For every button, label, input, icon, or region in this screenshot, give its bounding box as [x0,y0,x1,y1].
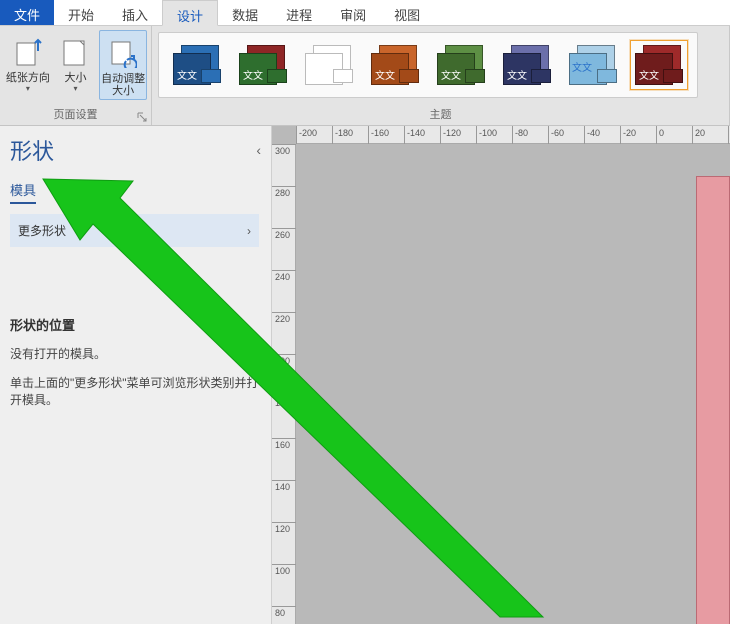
group-themes: 文文 主题 [152,26,730,125]
ruler-tick: 260 [272,228,296,229]
autofit-label: 自动调整 大小 [101,73,145,97]
tab-view[interactable]: 视图 [380,0,434,25]
tab-data[interactable]: 数据 [218,0,272,25]
ruler-tick: -100 [476,126,477,144]
ribbon: 纸张方向 ▾ 大小 ▾ [0,26,730,126]
stencil-hint-text: 单击上面的"更多形状"菜单可浏览形状类别并打开模具。 [10,375,265,409]
orientation-icon [14,32,42,72]
ruler-tick: -20 [620,126,621,144]
size-label: 大小 [64,72,86,84]
no-stencil-text: 没有打开的模具。 [10,346,265,363]
ruler-tick: 100 [272,564,296,565]
ruler-tick: 20 [692,126,693,144]
chevron-right-icon: › [247,224,251,238]
tab-home[interactable]: 开始 [54,0,108,25]
ruler-tick: -40 [584,126,585,144]
drawing-canvas[interactable] [296,144,730,624]
ruler-tick: -160 [368,126,369,144]
tab-insert[interactable]: 插入 [108,0,162,25]
theme-item-navy[interactable] [499,41,555,89]
collapse-pane-button[interactable]: ‹ [252,138,265,162]
more-shapes-label: 更多形状 [18,222,66,239]
theme-item-orange[interactable] [367,41,423,89]
ruler-tick: -120 [440,126,441,144]
dialog-launcher-icon[interactable] [137,112,147,122]
canvas-area[interactable]: -200-180-160-140-120-100-80-60-40-200204… [272,126,730,624]
ruler-tick: 120 [272,522,296,523]
tab-design[interactable]: 设计 [162,0,218,26]
theme-item-green[interactable] [433,41,489,89]
ruler-tick: -200 [296,126,297,144]
autofit-button[interactable]: 自动调整 大小 [99,30,147,100]
ruler-tick: 240 [272,270,296,271]
orientation-label: 纸张方向 [6,72,50,84]
ruler-tick: 300 [272,144,296,145]
tab-review[interactable]: 审阅 [326,0,380,25]
ruler-tick: -140 [404,126,405,144]
group-themes-label: 主题 [152,104,729,125]
ruler-tick: 0 [656,126,657,144]
ruler-tick: 200 [272,354,296,355]
shapes-pane: 形状 ‹ 模具 搜索 更多形状 › 形状的位置 没有打开的模具。 单击上面的"更… [0,126,272,624]
shapes-pane-title: 形状 [10,134,54,166]
theme-item-maroon[interactable] [631,41,687,89]
dropdown-icon: ▾ [73,85,77,94]
group-page-setup: 纸张方向 ▾ 大小 ▾ [0,26,152,125]
group-page-setup-label: 页面设置 [0,104,151,125]
workspace: 形状 ‹ 模具 搜索 更多形状 › 形状的位置 没有打开的模具。 单击上面的"更… [0,126,730,624]
dropdown-icon: ▾ [26,85,30,94]
pane-tab-stencil[interactable]: 模具 [10,180,36,204]
ruler-tick: 4 [728,126,729,144]
page-shape[interactable] [696,176,730,624]
size-button[interactable]: 大小 ▾ [52,30,100,96]
ruler-tick: -80 [512,126,513,144]
more-shapes-button[interactable]: 更多形状 › [10,214,259,247]
vertical-ruler: 300 280 260 240 220 200 180 160 140 120 100 80 [272,144,296,624]
theme-item-blue[interactable] [169,41,225,89]
tab-file[interactable]: 文件 [0,0,54,25]
theme-gallery[interactable]: 文文 [158,32,698,98]
pane-tab-search[interactable]: 搜索 [54,180,80,204]
ruler-tick: 140 [272,480,296,481]
theme-item-redgreen[interactable] [235,41,291,89]
ruler-tick: 220 [272,312,296,313]
ribbon-tabs: 文件 开始 插入 设计 数据 进程 审阅 视图 [0,0,730,26]
ruler-tick: 80 [272,606,296,607]
tab-process[interactable]: 进程 [272,0,326,25]
orientation-button[interactable]: 纸张方向 ▾ [4,30,52,96]
ruler-tick: 280 [272,186,296,187]
ruler-tick: 160 [272,438,296,439]
autofit-icon [109,33,137,73]
shape-position-title: 形状的位置 [10,315,265,334]
ruler-tick: 180 [272,396,296,397]
theme-item-white[interactable] [301,41,357,89]
horizontal-ruler: -200-180-160-140-120-100-80-60-40-200204 [296,126,730,144]
size-icon [62,32,88,72]
chevron-left-icon: ‹ [256,142,261,158]
ruler-tick: -60 [548,126,549,144]
theme-item-lightblue[interactable]: 文文 [565,41,621,89]
ruler-tick: -180 [332,126,333,144]
